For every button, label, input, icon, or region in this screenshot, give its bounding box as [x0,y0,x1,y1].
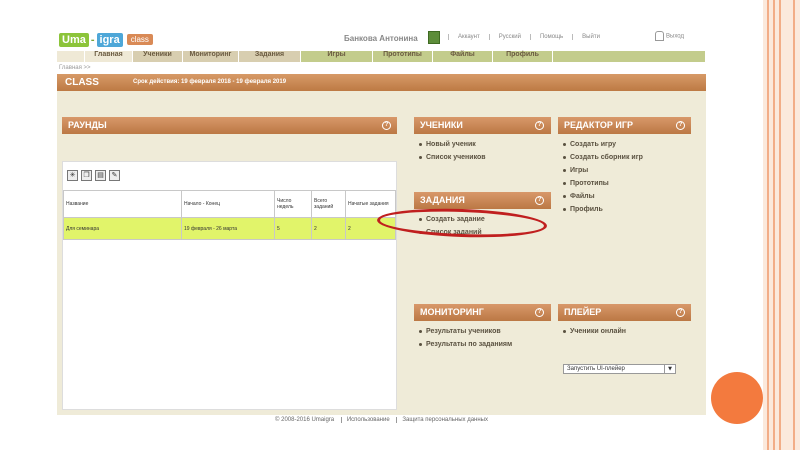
link-language[interactable]: Русский [488,34,530,40]
trash-icon[interactable]: ▤ [95,170,106,181]
link-student-list[interactable]: Список учеников [417,151,486,164]
help-icon[interactable]: ? [382,121,391,130]
help-icon[interactable]: ? [676,308,685,317]
tab-prototypes[interactable]: Прототипы [373,51,433,62]
main-nav: Главная Ученики Мониторинг Задания Игры … [57,51,706,62]
logo-part1: Uma [59,32,89,47]
link-students-online[interactable]: Ученики онлайн [561,325,626,338]
col-name: Название [63,190,182,218]
cell-total-tasks: 2 [311,217,346,240]
students-header: УЧЕНИКИ ? [414,117,551,134]
class-title: CLASS [65,77,99,88]
col-period: Начало - Конец [181,190,275,218]
copy-icon[interactable]: ❐ [81,170,92,181]
footer-link-privacy[interactable]: Защита персональных данных [396,417,493,423]
logo-part2: igra [96,32,123,47]
col-total-tasks: Всего заданий [311,190,346,218]
tab-games[interactable]: Игры [301,51,373,62]
cell-name: Для семинара [63,217,182,240]
tab-tasks[interactable]: Задания [239,51,301,62]
player-panel: Ученики онлайн Запустить UI-плейер ▼ [558,325,691,385]
tab-home[interactable]: Главная [85,51,133,62]
slide-stripes [763,0,800,450]
rounds-header: РАУНДЫ ? [62,117,397,134]
monitoring-list: Результаты учеников Результаты по задани… [417,325,512,351]
slide-circle [711,372,763,424]
tab-monitoring[interactable]: Мониторинг [183,51,239,62]
link-games[interactable]: Игры [561,164,643,177]
monitoring-header: МОНИТОРИНГ ? [414,304,551,321]
link-create-game[interactable]: Создать игру [561,138,643,151]
rounds-title: РАУНДЫ [68,120,107,130]
player-header: ПЛЕЙЕР ? [558,304,691,321]
link-files[interactable]: Файлы [561,190,643,203]
logo-tag: class [126,34,153,45]
logo[interactable]: Uma - igra class [59,32,153,47]
table-header-row: Название Начало - Конец Число недель Все… [63,190,396,218]
stripe-line [793,0,795,450]
link-prototypes[interactable]: Прототипы [561,177,643,190]
tasks-title: ЗАДАНИЯ [420,195,465,205]
class-period: Срок действия: 19 февраля 2018 - 19 февр… [133,79,287,85]
nav-spacer [57,51,85,62]
class-bar: CLASS Срок действия: 19 февраля 2018 - 1… [57,74,706,91]
logo-dash: - [90,33,95,46]
monitoring-title: МОНИТОРИНГ [420,307,484,317]
link-new-student[interactable]: Новый ученик [417,138,486,151]
cell-period: 19 февраля - 26 марта [181,217,275,240]
link-create-collection[interactable]: Создать сборник игр [561,151,643,164]
player-title: ПЛЕЙЕР [564,307,602,317]
table-row[interactable]: Для семинара 19 февраля - 26 марта 5 2 2 [63,217,396,240]
link-help[interactable]: Помощь [529,34,572,40]
chevron-down-icon[interactable]: ▼ [664,365,675,373]
snowflake-icon[interactable]: ✳ [67,170,78,181]
help-icon[interactable]: ? [535,121,544,130]
copyright: © 2008-2016 Umaigra [275,417,335,423]
tab-files[interactable]: Файлы [433,51,493,62]
col-weeks: Число недель [274,190,312,218]
rounds-panel: ✳ ❐ ▤ ✎ Название Начало - Конец Число не… [62,161,397,410]
player-select[interactable]: Запустить UI-плейер ▼ [563,364,676,374]
link-task-results[interactable]: Результаты по заданиям [417,338,512,351]
help-icon[interactable]: ? [676,121,685,130]
breadcrumb[interactable]: Главная >> [59,65,91,71]
user-name: Банкова Антонина [344,34,418,43]
dashboard-content: РАУНДЫ ? ✳ ❐ ▤ ✎ Название Начало - Конец… [57,91,706,415]
stripe-line [779,0,781,450]
tasks-header: ЗАДАНИЯ ? [414,192,551,209]
help-icon[interactable]: ? [535,308,544,317]
footer-link-terms[interactable]: Использование [340,417,395,423]
rounds-table: Название Начало - Конец Число недель Все… [63,190,396,240]
game-editor-header: РЕДАКТОР ИГР ? [558,117,691,134]
player-select-value: Запустить UI-плейер [567,366,625,372]
link-account[interactable]: Аккаунт [448,34,489,40]
students-list: Новый ученик Список учеников [417,138,486,164]
logout-icon[interactable]: Выход [655,31,705,41]
tab-profile[interactable]: Профиль [493,51,553,62]
stripe-line [773,0,775,450]
link-profile[interactable]: Профиль [561,203,643,216]
link-signout[interactable]: Выйти [572,34,609,40]
stripe-line [767,0,769,450]
tab-students[interactable]: Ученики [133,51,183,62]
game-editor-title: РЕДАКТОР ИГР [564,120,633,130]
top-links: Аккаунт Русский Помощь Выйти [448,34,609,40]
link-student-results[interactable]: Результаты учеников [417,325,512,338]
app-screenshot: Uma - igra class Банкова Антонина Аккаун… [57,28,706,430]
students-title: УЧЕНИКИ [420,120,463,130]
nav-filler [553,51,706,62]
footer: © 2008-2016 Umaigra Использование Защита… [57,417,706,423]
edit-icon[interactable]: ✎ [109,170,120,181]
help-icon[interactable]: ? [535,196,544,205]
cell-weeks: 5 [274,217,312,240]
game-editor-list: Создать игру Создать сборник игр Игры Пр… [561,138,643,216]
avatar[interactable] [428,31,440,44]
player-list: Ученики онлайн [561,325,626,338]
